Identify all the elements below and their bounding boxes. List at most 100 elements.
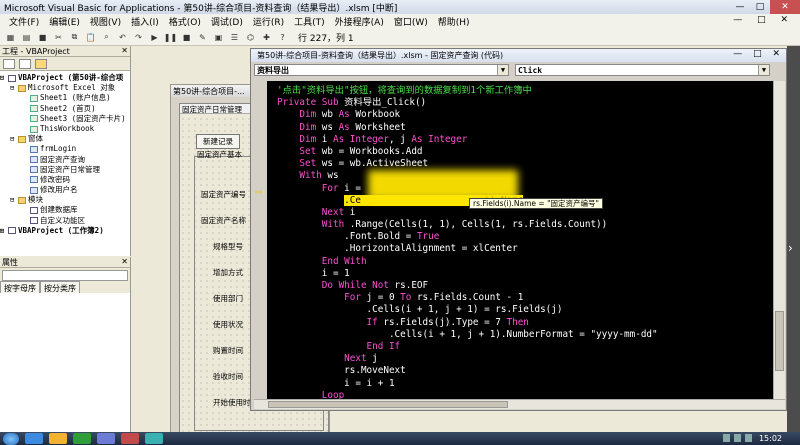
code-line[interactable]: Next j (277, 353, 785, 365)
code-line[interactable]: If rs.Fields(j).Type = 7 Then (277, 317, 785, 329)
properties-object-combo[interactable] (2, 270, 128, 281)
maximize-button[interactable]: □ (750, 0, 770, 14)
tree-node[interactable]: 固定资产日常管理 (0, 165, 130, 175)
expand-toggle-icon[interactable]: ⊞ (0, 226, 8, 236)
menu-item[interactable]: 文件(F) (4, 15, 44, 28)
menu-item[interactable]: 格式(O) (164, 15, 206, 28)
expand-toggle-icon[interactable]: ⊟ (10, 195, 18, 205)
properties-close-button[interactable]: ✕ (121, 257, 128, 266)
undo-icon[interactable]: ↶ (116, 31, 129, 44)
minimize-button[interactable]: — (730, 0, 750, 14)
project-icon[interactable]: ▣ (212, 31, 225, 44)
tray-icon[interactable] (745, 434, 752, 442)
mdi-controls[interactable]: — □ ✕ (733, 15, 794, 25)
expand-toggle-icon[interactable]: ⊟ (0, 73, 8, 83)
menu-item[interactable]: 帮助(H) (433, 15, 475, 28)
code-line[interactable]: Loop (277, 390, 785, 399)
code-horizontal-scrollbar[interactable] (254, 399, 785, 409)
menu-item[interactable]: 窗口(W) (389, 15, 433, 28)
cut-icon[interactable]: ✂ (52, 31, 65, 44)
code-line[interactable]: '点击"资料导出"按钮，将查询到的数据复制到1个新工作簿中 (277, 85, 785, 97)
code-vertical-scrollbar[interactable] (773, 81, 785, 399)
tree-node[interactable]: ⊟ Microsoft Excel 对象 (0, 83, 130, 93)
taskbar-app-ie[interactable] (25, 433, 43, 444)
code-line[interactable]: i = 1 (277, 268, 785, 280)
tree-node[interactable]: Sheet1 (账户信息) (0, 93, 130, 103)
view-code-button[interactable] (3, 58, 15, 69)
properties-grid[interactable] (0, 293, 130, 432)
tree-node[interactable]: ⊟ 模块 (0, 195, 130, 205)
code-line[interactable]: i = i + 1 (277, 378, 785, 390)
code-line[interactable]: Dim i As Integer, j As Integer (277, 134, 785, 146)
code-line[interactable]: Set ws = wb.ActiveSheet (277, 158, 785, 170)
tree-node[interactable]: ⊟ 窗体 (0, 134, 130, 144)
reset-icon[interactable]: ■ (180, 31, 193, 44)
tree-node[interactable]: ⊟ VBAProject (第50讲-综合项 (0, 73, 130, 83)
design-icon[interactable]: ✎ (196, 31, 209, 44)
close-button[interactable]: ✕ (770, 0, 800, 14)
chevron-down-icon[interactable]: ▼ (497, 65, 508, 75)
horizontal-scroll-thumb[interactable] (268, 401, 508, 408)
chevron-down-icon[interactable]: ▼ (758, 65, 769, 75)
toggle-folders-button[interactable] (35, 58, 47, 69)
code-line[interactable]: For j = 0 To rs.Fields.Count - 1 (277, 292, 785, 304)
tree-node[interactable]: ⊞ VBAProject (工作簿2) (0, 226, 130, 236)
menu-item[interactable]: 外接程序(A) (330, 15, 389, 28)
tree-node[interactable]: 自定义功能区 (0, 216, 130, 226)
toolbox-icon[interactable]: ✚ (260, 31, 273, 44)
code-text[interactable]: '点击"资料导出"按钮，将查询到的数据复制到1个新工作簿中 Private Sub… (267, 81, 785, 399)
code-line[interactable]: Dim ws As Worksheet (277, 122, 785, 134)
new-record-button[interactable]: 新建记录 (196, 134, 240, 149)
menu-item[interactable]: 工具(T) (289, 15, 330, 28)
menu-item[interactable]: 运行(R) (248, 15, 289, 28)
tray-icon[interactable] (723, 434, 730, 442)
tree-node[interactable]: frmLogin (0, 144, 130, 154)
menu-item[interactable]: 编辑(E) (44, 15, 85, 28)
code-line[interactable]: .Cells(i + 1, j + 1) = rs.Fields(j) (277, 304, 785, 316)
tree-node[interactable]: 固定资产查询 (0, 155, 130, 165)
chevron-right-icon[interactable]: › (788, 241, 793, 255)
procedure-combo[interactable]: Click ▼ (515, 64, 770, 76)
run-icon[interactable]: ▶ (148, 31, 161, 44)
code-line[interactable]: .Font.Bold = True (277, 231, 785, 243)
code-editor[interactable]: ⇨ '点击"资料导出"按钮，将查询到的数据复制到1个新工作簿中 Private S… (254, 81, 785, 399)
code-line[interactable]: End With (277, 256, 785, 268)
object-combo[interactable]: 资料导出 ▼ (254, 64, 509, 76)
taskbar-app-excel[interactable] (73, 433, 91, 444)
code-line[interactable]: .Cells(i + 1, j + 1).NumberFormat = "yyy… (277, 329, 785, 341)
view-object-button[interactable] (19, 58, 31, 69)
code-line[interactable]: .HorizontalAlignment = xlCenter (277, 243, 785, 255)
insert-icon[interactable]: ▤ (20, 31, 33, 44)
find-icon[interactable]: ⌕ (100, 31, 113, 44)
taskbar-app-red[interactable] (121, 433, 139, 444)
tray-icon[interactable] (734, 434, 741, 442)
redo-icon[interactable]: ↷ (132, 31, 145, 44)
help-icon[interactable]: ? (276, 31, 289, 44)
save-icon[interactable]: ■ (36, 31, 49, 44)
code-window-controls[interactable]: — □ ✕ (733, 49, 784, 59)
tree-node[interactable]: 修改密码 (0, 175, 130, 185)
tree-node[interactable]: ThisWorkbook (0, 124, 130, 134)
code-line[interactable]: With ws (277, 170, 785, 182)
code-line[interactable]: rs.MoveNext (277, 365, 785, 377)
project-explorer-close-button[interactable]: ✕ (121, 46, 128, 55)
code-line[interactable]: With .Range(Cells(1, 1), Cells(1, rs.Fie… (277, 219, 785, 231)
menu-item[interactable]: 插入(I) (126, 15, 164, 28)
object-browser-icon[interactable]: ⌬ (244, 31, 257, 44)
taskbar-app-explorer[interactable] (49, 433, 67, 444)
menu-item[interactable]: 视图(V) (85, 15, 126, 28)
expand-toggle-icon[interactable]: ⊟ (10, 134, 18, 144)
break-icon[interactable]: ❚❚ (164, 31, 177, 44)
vertical-scroll-thumb[interactable] (775, 311, 784, 371)
properties-icon[interactable]: ☰ (228, 31, 241, 44)
code-line[interactable]: For i = (277, 183, 785, 195)
code-line[interactable]: Dim wb As Workbook (277, 109, 785, 121)
tree-node[interactable]: Sheet2 (首页) (0, 104, 130, 114)
margin-indicator-bar[interactable]: ⇨ (254, 81, 267, 399)
code-line[interactable]: Set wb = Workbooks.Add (277, 146, 785, 158)
code-line[interactable]: Private Sub 资料导出_Click() (277, 97, 785, 109)
expand-toggle-icon[interactable]: ⊟ (10, 83, 18, 93)
menu-item[interactable]: 调试(D) (206, 15, 248, 28)
code-line[interactable]: Do While Not rs.EOF (277, 280, 785, 292)
excel-icon[interactable]: ▦ (4, 31, 17, 44)
